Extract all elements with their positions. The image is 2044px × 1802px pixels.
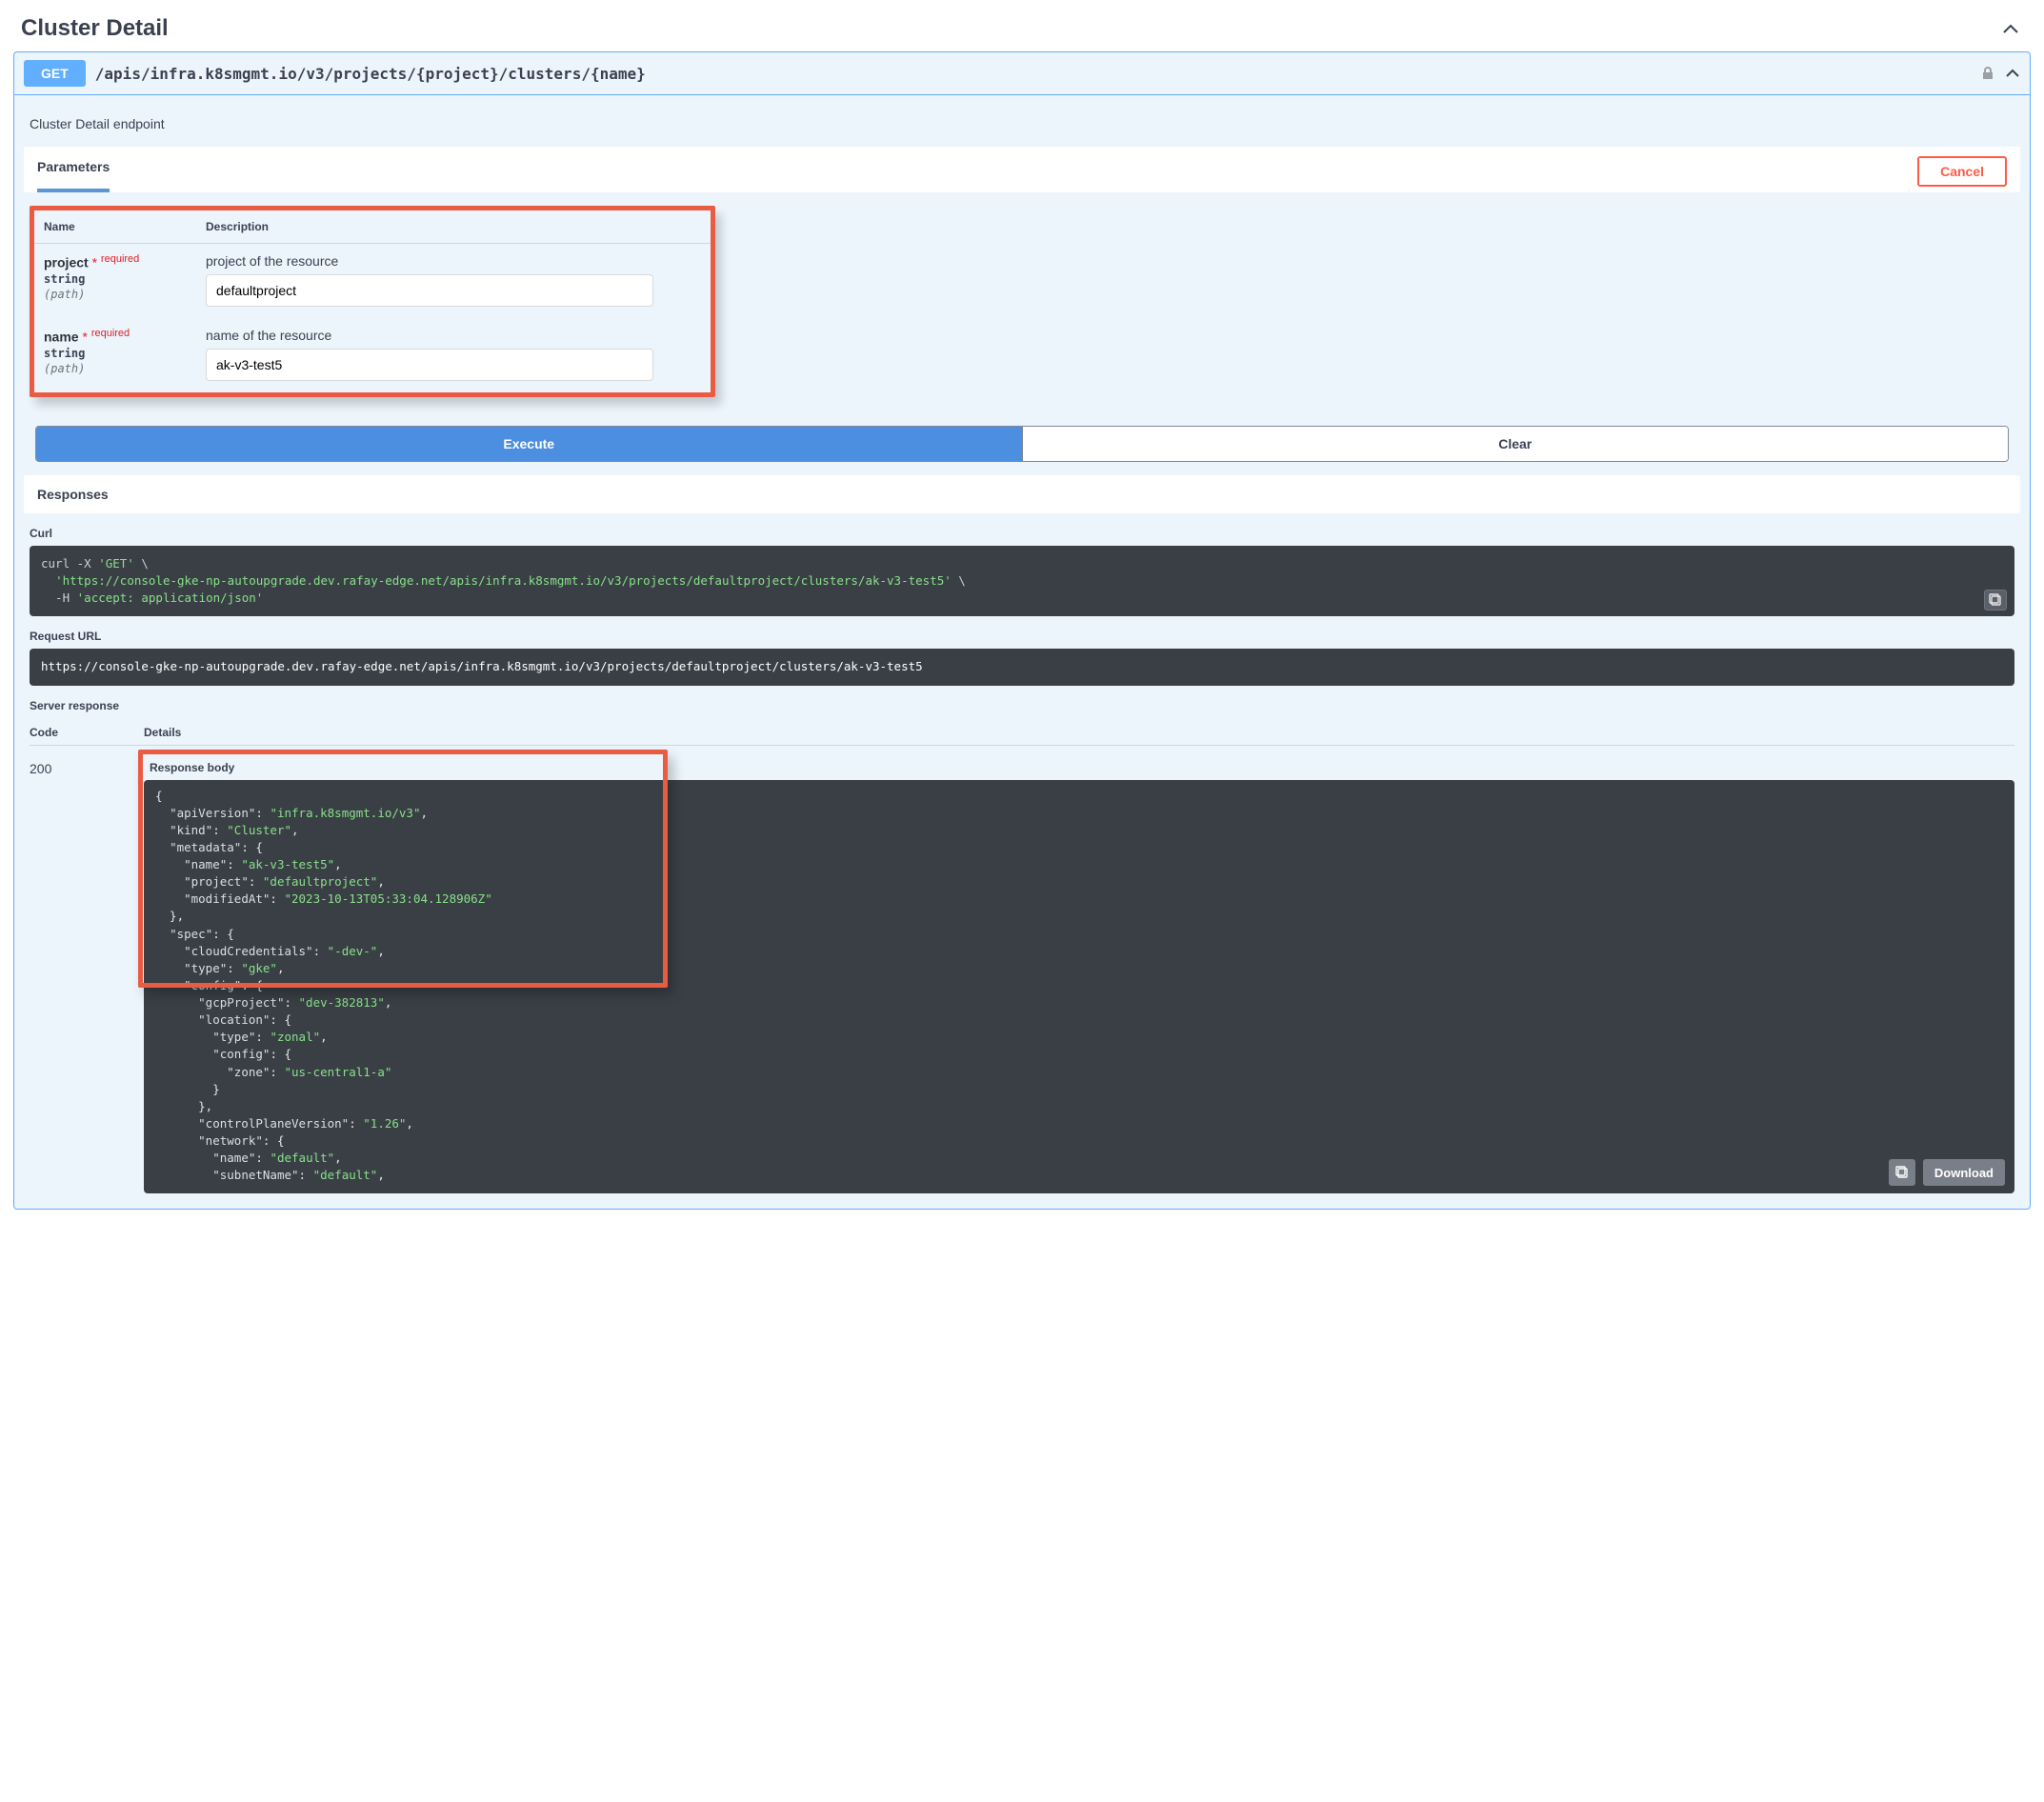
required-star: * [92,255,97,270]
parameters-table: Name Description project * required stri… [30,206,715,397]
parameters-bar: Parameters Cancel [24,147,2020,192]
param-name: project [44,255,89,270]
param-name: name [44,330,79,345]
col-header-name: Name [44,220,206,233]
execute-clear-row: Execute Clear [35,426,2009,462]
cancel-button[interactable]: Cancel [1917,156,2007,187]
param-type: string [44,347,85,360]
required-label: required [91,328,130,339]
param-type: string [44,272,85,286]
opblock-description: Cluster Detail endpoint [30,109,2014,147]
response-body-label: Response body [144,755,2014,780]
required-star: * [82,330,87,345]
copy-response-button[interactable] [1889,1159,1915,1186]
curl-block: curl -X 'GET' \ 'https://console-gke-np-… [30,546,2014,616]
param-location: (path) [44,288,85,301]
download-button[interactable]: Download [1923,1159,2005,1186]
col-header-code: Code [30,726,87,739]
server-response-heading: Server response [30,699,2014,712]
lock-icon[interactable] [1980,66,1995,81]
response-row: 200 Response body { "apiVersion": "infra… [30,755,2014,1194]
method-badge: GET [24,60,86,87]
clear-button[interactable]: Clear [1022,427,2009,461]
request-url-heading: Request URL [30,630,2014,643]
request-url-block: https://console-gke-np-autoupgrade.dev.r… [30,649,2014,685]
execute-button[interactable]: Execute [36,427,1022,461]
responses-heading: Responses [37,487,2007,502]
curl-heading: Curl [30,527,2014,540]
copy-curl-button[interactable] [1984,590,2007,611]
section-title: Cluster Detail [21,15,169,42]
param-description: name of the resource [206,328,701,343]
chevron-up-icon[interactable] [2005,68,2020,79]
col-header-description: Description [206,220,701,233]
param-description: project of the resource [206,253,701,269]
chevron-up-icon[interactable] [1996,17,2025,41]
endpoint-path: /apis/infra.k8smgmt.io/v3/projects/{proj… [95,65,1971,83]
request-url-value: https://console-gke-np-autoupgrade.dev.r… [41,659,923,673]
responses-heading-bar: Responses [24,475,2020,513]
section-header[interactable]: Cluster Detail [13,10,2031,51]
tab-parameters[interactable]: Parameters [37,156,110,192]
opblock-get: GET /apis/infra.k8smgmt.io/v3/projects/{… [13,51,2031,1210]
required-label: required [101,253,139,265]
opblock-summary[interactable]: GET /apis/infra.k8smgmt.io/v3/projects/{… [14,52,2030,95]
project-input[interactable] [206,274,653,307]
param-row-name: name * required string (path) name of th… [34,318,711,392]
status-code: 200 [30,755,87,776]
response-body: { "apiVersion": "infra.k8smgmt.io/v3", "… [144,780,2014,1194]
name-input[interactable] [206,349,653,381]
col-header-details: Details [144,726,2014,739]
param-row-project: project * required string (path) project… [34,244,711,318]
param-location: (path) [44,362,85,375]
